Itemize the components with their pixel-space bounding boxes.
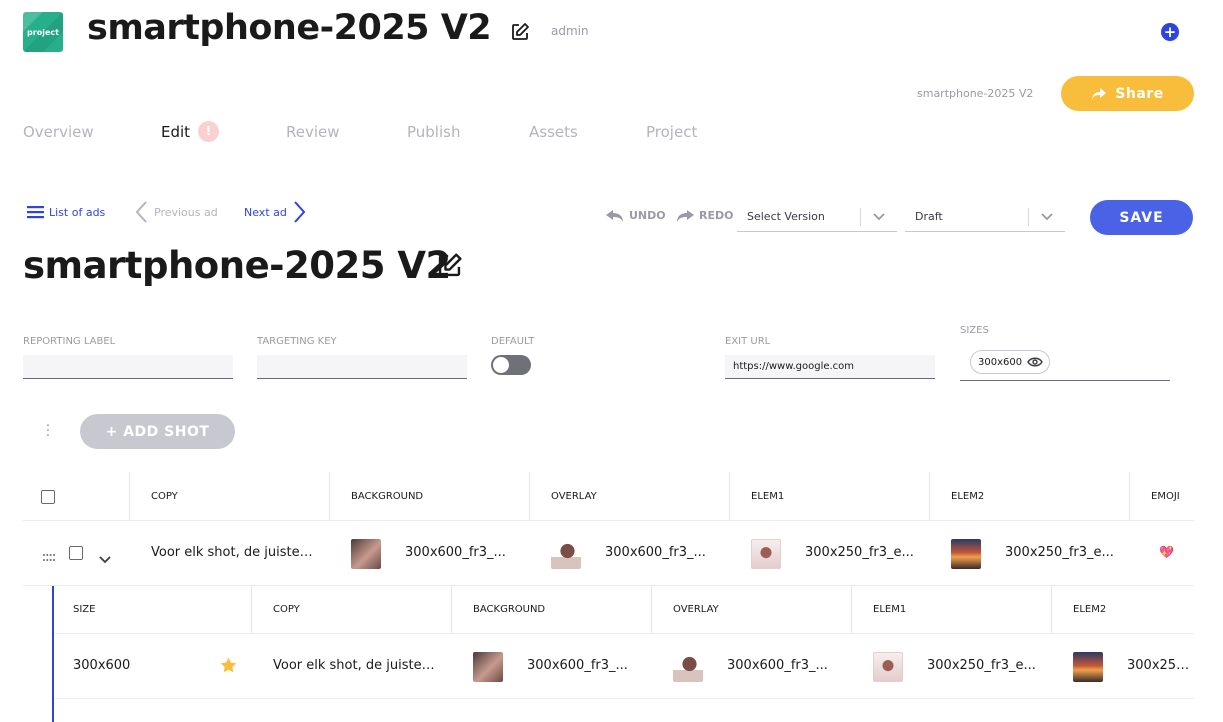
sizes-underline — [960, 380, 1170, 381]
ad-title: smartphone-2025 V2 — [23, 244, 451, 287]
project-title: smartphone-2025 V2 — [87, 8, 492, 48]
reporting-label-input[interactable] — [23, 355, 233, 379]
redo-icon — [677, 209, 694, 222]
undo-button[interactable]: UNDO — [606, 209, 666, 222]
add-icon[interactable]: + — [1161, 23, 1179, 41]
status-select[interactable]: Draft — [905, 202, 1065, 232]
sub-header-size: SIZE — [73, 604, 96, 615]
expanded-row-indicator — [52, 586, 54, 722]
targeting-key-input[interactable] — [257, 355, 467, 379]
chevron-down-icon — [861, 212, 897, 221]
sub-header-overlay: OVERLAY — [673, 604, 719, 615]
select-all-checkbox[interactable] — [41, 490, 55, 504]
sub-row-elem1[interactable]: 300x250_fr3_e... — [927, 658, 1042, 673]
sub-header-copy: COPY — [273, 604, 300, 615]
reporting-label-label: REPORTING LABEL — [23, 336, 116, 347]
row-background[interactable]: 300x600_fr3_... — [405, 545, 515, 560]
column-header-copy: COPY — [151, 491, 178, 502]
add-shot-button[interactable]: + ADD SHOT — [80, 414, 235, 449]
size-chip[interactable]: 300x600 — [970, 350, 1050, 374]
sub-header-elem2: ELEM2 — [1073, 604, 1107, 615]
sub-elem2-thumbnail[interactable] — [1073, 652, 1103, 682]
column-header-elem2: ELEM2 — [951, 491, 985, 502]
project-name-label: smartphone-2025 V2 — [917, 87, 1034, 100]
share-icon — [1092, 87, 1107, 100]
row-elem1[interactable]: 300x250_fr3_e... — [805, 545, 920, 560]
save-button[interactable]: SAVE — [1090, 200, 1193, 235]
user-name: admin — [551, 24, 589, 38]
column-header-elem1: ELEM1 — [751, 491, 785, 502]
targeting-key-label: TARGETING KEY — [257, 336, 337, 347]
sub-header-elem1: ELEM1 — [873, 604, 907, 615]
row-emoji[interactable]: 💖 — [1159, 545, 1174, 559]
column-header-overlay: OVERLAY — [551, 491, 597, 502]
row-elem2[interactable]: 300x250_fr3_e... — [1005, 545, 1120, 560]
menu-icon — [27, 206, 44, 219]
exit-url-input[interactable] — [725, 355, 935, 379]
undo-icon — [606, 209, 623, 222]
row-checkbox[interactable] — [69, 546, 83, 560]
more-options-icon[interactable]: · · · — [44, 419, 52, 443]
version-select[interactable]: Select Version — [737, 202, 897, 232]
sub-overlay-thumbnail[interactable] — [673, 652, 703, 682]
exit-url-label: EXIT URL — [725, 336, 771, 347]
sub-header-background: BACKGROUND — [473, 604, 546, 615]
app-logo[interactable]: project — [23, 12, 63, 52]
row-copy[interactable]: Voor elk shot, de juiste l... — [151, 545, 316, 560]
sub-row-background[interactable]: 300x600_fr3_... — [527, 658, 637, 673]
expand-row-icon[interactable] — [99, 549, 111, 568]
sub-background-thumbnail[interactable] — [473, 652, 503, 682]
chevron-right-icon — [294, 201, 306, 223]
sizes-label: SIZES — [960, 325, 989, 336]
sub-row-overlay[interactable]: 300x600_fr3_... — [727, 658, 837, 673]
previous-ad-button[interactable]: Previous ad — [134, 200, 218, 224]
tab-publish[interactable]: Publish — [407, 123, 460, 141]
next-ad-button[interactable]: Next ad — [244, 200, 307, 224]
chevron-down-icon — [1029, 212, 1065, 221]
list-of-ads-button[interactable]: List of ads — [27, 205, 105, 219]
star-icon[interactable] — [220, 657, 237, 677]
chevron-left-icon — [135, 201, 147, 223]
tab-overview[interactable]: Overview — [23, 123, 94, 141]
tab-review[interactable]: Review — [286, 123, 340, 141]
background-thumbnail[interactable] — [351, 539, 381, 569]
default-label: DEFAULT — [491, 336, 535, 347]
tab-edit[interactable]: Edit — [161, 123, 190, 141]
warning-badge: ! — [198, 121, 219, 142]
drag-handle-icon[interactable] — [42, 548, 56, 567]
tab-assets[interactable]: Assets — [529, 123, 578, 141]
edit-title-icon[interactable] — [510, 22, 530, 46]
sub-elem1-thumbnail[interactable] — [873, 652, 903, 682]
tab-project[interactable]: Project — [646, 123, 697, 141]
elem1-thumbnail[interactable] — [751, 539, 781, 569]
eye-icon[interactable] — [1027, 357, 1043, 367]
edit-ad-title-icon[interactable] — [436, 252, 463, 283]
column-header-background: BACKGROUND — [351, 491, 424, 502]
elem2-thumbnail[interactable] — [951, 539, 981, 569]
row-overlay[interactable]: 300x600_fr3_... — [605, 545, 715, 560]
sub-row-size: 300x600 — [73, 658, 131, 673]
sub-row-elem2[interactable]: 300x250_... — [1127, 658, 1194, 673]
default-toggle[interactable] — [491, 355, 531, 375]
sub-row-copy[interactable]: Voor elk shot, de juiste l... — [273, 658, 438, 673]
share-button[interactable]: Share — [1061, 76, 1194, 111]
overlay-thumbnail[interactable] — [551, 539, 581, 569]
column-header-emoji: EMOJI — [1151, 491, 1180, 502]
redo-button[interactable]: REDO — [676, 209, 733, 222]
